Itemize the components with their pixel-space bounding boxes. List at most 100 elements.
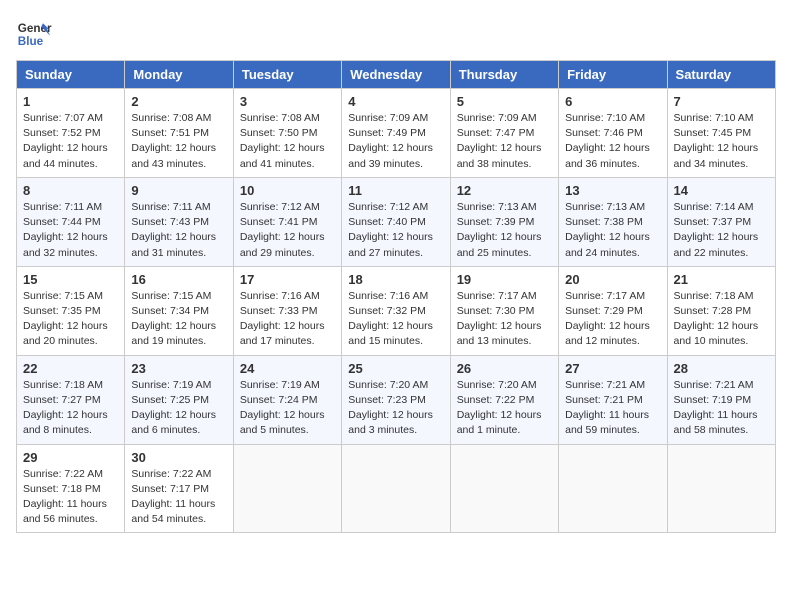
- calendar-cell: [233, 444, 341, 533]
- day-info: Sunrise: 7:22 AMSunset: 7:18 PMDaylight:…: [23, 467, 118, 528]
- calendar-cell: 24 Sunrise: 7:19 AMSunset: 7:24 PMDayligh…: [233, 355, 341, 444]
- calendar-cell: 2 Sunrise: 7:08 AMSunset: 7:51 PMDaylight…: [125, 89, 233, 178]
- day-number: 15: [23, 272, 118, 287]
- calendar-cell: [559, 444, 667, 533]
- calendar-cell: 29 Sunrise: 7:22 AMSunset: 7:18 PMDayligh…: [17, 444, 125, 533]
- calendar-week-row: 15Sunrise: 7:15 AMSunset: 7:35 PMDayligh…: [17, 266, 776, 355]
- calendar-cell: 13 Sunrise: 7:13 AMSunset: 7:38 PMDayligh…: [559, 177, 667, 266]
- calendar-cell: 4 Sunrise: 7:09 AMSunset: 7:49 PMDaylight…: [342, 89, 450, 178]
- calendar-cell: 30 Sunrise: 7:22 AMSunset: 7:17 PMDayligh…: [125, 444, 233, 533]
- calendar-header-friday: Friday: [559, 61, 667, 89]
- calendar-cell: 8Sunrise: 7:11 AMSunset: 7:44 PMDaylight…: [17, 177, 125, 266]
- day-info: Sunrise: 7:17 AMSunset: 7:29 PMDaylight:…: [565, 289, 660, 350]
- calendar-body: 1 Sunrise: 7:07 AMSunset: 7:52 PMDaylight…: [17, 89, 776, 533]
- day-number: 27: [565, 361, 660, 376]
- day-number: 21: [674, 272, 769, 287]
- day-info: Sunrise: 7:09 AMSunset: 7:49 PMDaylight:…: [348, 111, 443, 172]
- day-number: 14: [674, 183, 769, 198]
- calendar-header-tuesday: Tuesday: [233, 61, 341, 89]
- logo-icon: General Blue: [16, 16, 52, 52]
- calendar-cell: 23 Sunrise: 7:19 AMSunset: 7:25 PMDayligh…: [125, 355, 233, 444]
- calendar-header-thursday: Thursday: [450, 61, 558, 89]
- day-info: Sunrise: 7:14 AMSunset: 7:37 PMDaylight:…: [674, 200, 769, 261]
- calendar-cell: [450, 444, 558, 533]
- day-info: Sunrise: 7:12 AMSunset: 7:40 PMDaylight:…: [348, 200, 443, 261]
- svg-text:Blue: Blue: [18, 35, 44, 48]
- day-number: 13: [565, 183, 660, 198]
- day-number: 2: [131, 94, 226, 109]
- calendar-cell: 16Sunrise: 7:15 AMSunset: 7:34 PMDayligh…: [125, 266, 233, 355]
- calendar-week-row: 1 Sunrise: 7:07 AMSunset: 7:52 PMDaylight…: [17, 89, 776, 178]
- calendar-cell: 5Sunrise: 7:09 AMSunset: 7:47 PMDaylight…: [450, 89, 558, 178]
- day-number: 7: [674, 94, 769, 109]
- calendar-cell: 25 Sunrise: 7:20 AMSunset: 7:23 PMDayligh…: [342, 355, 450, 444]
- day-info: Sunrise: 7:18 AMSunset: 7:27 PMDaylight:…: [23, 378, 118, 439]
- day-info: Sunrise: 7:07 AMSunset: 7:52 PMDaylight:…: [23, 111, 118, 172]
- day-number: 10: [240, 183, 335, 198]
- calendar-header-sunday: Sunday: [17, 61, 125, 89]
- calendar-cell: 14 Sunrise: 7:14 AMSunset: 7:37 PMDayligh…: [667, 177, 775, 266]
- calendar-cell: 21Sunrise: 7:18 AMSunset: 7:28 PMDayligh…: [667, 266, 775, 355]
- day-number: 23: [131, 361, 226, 376]
- day-info: Sunrise: 7:21 AMSunset: 7:19 PMDaylight:…: [674, 378, 769, 439]
- day-info: Sunrise: 7:17 AMSunset: 7:30 PMDaylight:…: [457, 289, 552, 350]
- day-number: 24: [240, 361, 335, 376]
- day-number: 25: [348, 361, 443, 376]
- calendar-cell: 17 Sunrise: 7:16 AMSunset: 7:33 PMDayligh…: [233, 266, 341, 355]
- day-info: Sunrise: 7:21 AMSunset: 7:21 PMDaylight:…: [565, 378, 660, 439]
- day-info: Sunrise: 7:11 AMSunset: 7:43 PMDaylight:…: [131, 200, 226, 261]
- calendar-cell: 19Sunrise: 7:17 AMSunset: 7:30 PMDayligh…: [450, 266, 558, 355]
- day-info: Sunrise: 7:16 AMSunset: 7:33 PMDaylight:…: [240, 289, 335, 350]
- day-info: Sunrise: 7:20 AMSunset: 7:23 PMDaylight:…: [348, 378, 443, 439]
- day-info: Sunrise: 7:08 AMSunset: 7:50 PMDaylight:…: [240, 111, 335, 172]
- calendar-cell: 15Sunrise: 7:15 AMSunset: 7:35 PMDayligh…: [17, 266, 125, 355]
- calendar-cell: 10Sunrise: 7:12 AMSunset: 7:41 PMDayligh…: [233, 177, 341, 266]
- day-info: Sunrise: 7:19 AMSunset: 7:24 PMDaylight:…: [240, 378, 335, 439]
- calendar-cell: 11 Sunrise: 7:12 AMSunset: 7:40 PMDayligh…: [342, 177, 450, 266]
- day-info: Sunrise: 7:13 AMSunset: 7:39 PMDaylight:…: [457, 200, 552, 261]
- day-number: 1: [23, 94, 118, 109]
- day-info: Sunrise: 7:19 AMSunset: 7:25 PMDaylight:…: [131, 378, 226, 439]
- calendar-cell: 20 Sunrise: 7:17 AMSunset: 7:29 PMDayligh…: [559, 266, 667, 355]
- day-number: 4: [348, 94, 443, 109]
- calendar-cell: 7 Sunrise: 7:10 AMSunset: 7:45 PMDaylight…: [667, 89, 775, 178]
- calendar-cell: 28 Sunrise: 7:21 AMSunset: 7:19 PMDayligh…: [667, 355, 775, 444]
- day-info: Sunrise: 7:10 AMSunset: 7:45 PMDaylight:…: [674, 111, 769, 172]
- day-info: Sunrise: 7:13 AMSunset: 7:38 PMDaylight:…: [565, 200, 660, 261]
- calendar-cell: [667, 444, 775, 533]
- day-number: 3: [240, 94, 335, 109]
- day-number: 9: [131, 183, 226, 198]
- day-number: 26: [457, 361, 552, 376]
- day-number: 18: [348, 272, 443, 287]
- calendar-cell: 1 Sunrise: 7:07 AMSunset: 7:52 PMDaylight…: [17, 89, 125, 178]
- calendar-cell: 22 Sunrise: 7:18 AMSunset: 7:27 PMDayligh…: [17, 355, 125, 444]
- day-number: 11: [348, 183, 443, 198]
- calendar-header-saturday: Saturday: [667, 61, 775, 89]
- day-number: 30: [131, 450, 226, 465]
- day-number: 28: [674, 361, 769, 376]
- calendar-week-row: 8Sunrise: 7:11 AMSunset: 7:44 PMDaylight…: [17, 177, 776, 266]
- day-info: Sunrise: 7:09 AMSunset: 7:47 PMDaylight:…: [457, 111, 552, 172]
- calendar-header-wednesday: Wednesday: [342, 61, 450, 89]
- day-info: Sunrise: 7:20 AMSunset: 7:22 PMDaylight:…: [457, 378, 552, 439]
- day-number: 6: [565, 94, 660, 109]
- calendar-table: SundayMondayTuesdayWednesdayThursdayFrid…: [16, 60, 776, 533]
- day-number: 17: [240, 272, 335, 287]
- day-number: 29: [23, 450, 118, 465]
- calendar-cell: 6 Sunrise: 7:10 AMSunset: 7:46 PMDaylight…: [559, 89, 667, 178]
- page-header: General Blue: [16, 16, 776, 52]
- calendar-cell: 9 Sunrise: 7:11 AMSunset: 7:43 PMDaylight…: [125, 177, 233, 266]
- day-info: Sunrise: 7:22 AMSunset: 7:17 PMDaylight:…: [131, 467, 226, 528]
- calendar-cell: 26 Sunrise: 7:20 AMSunset: 7:22 PMDayligh…: [450, 355, 558, 444]
- calendar-header-row: SundayMondayTuesdayWednesdayThursdayFrid…: [17, 61, 776, 89]
- day-info: Sunrise: 7:10 AMSunset: 7:46 PMDaylight:…: [565, 111, 660, 172]
- calendar-cell: 12Sunrise: 7:13 AMSunset: 7:39 PMDayligh…: [450, 177, 558, 266]
- calendar-week-row: 22 Sunrise: 7:18 AMSunset: 7:27 PMDayligh…: [17, 355, 776, 444]
- day-number: 22: [23, 361, 118, 376]
- day-number: 20: [565, 272, 660, 287]
- day-info: Sunrise: 7:16 AMSunset: 7:32 PMDaylight:…: [348, 289, 443, 350]
- calendar-week-row: 29 Sunrise: 7:22 AMSunset: 7:18 PMDayligh…: [17, 444, 776, 533]
- day-info: Sunrise: 7:08 AMSunset: 7:51 PMDaylight:…: [131, 111, 226, 172]
- calendar-cell: 3 Sunrise: 7:08 AMSunset: 7:50 PMDaylight…: [233, 89, 341, 178]
- day-info: Sunrise: 7:11 AMSunset: 7:44 PMDaylight:…: [23, 200, 118, 261]
